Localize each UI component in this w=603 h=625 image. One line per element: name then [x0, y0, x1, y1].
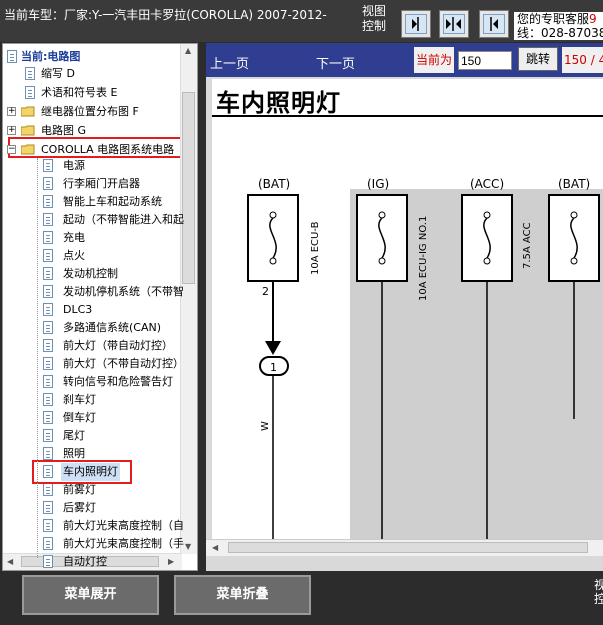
bat-label: (BAT) — [258, 177, 290, 191]
document-icon — [43, 375, 53, 388]
scroll-left-icon[interactable]: ◀ — [212, 543, 218, 552]
next-page-link[interactable]: 下一页 — [316, 53, 355, 72]
menu-expand-button[interactable]: 菜单展开 — [22, 575, 159, 615]
document-icon — [43, 231, 53, 244]
expand-icon[interactable]: + — [7, 107, 16, 116]
menu-collapse-button[interactable]: 菜单折叠 — [174, 575, 311, 615]
diagram-page: 车内照明灯 (BAT) 10A ECU-B 2 1 W (IG) 10A ECU… — [212, 79, 603, 539]
arrow-right-bar-icon — [412, 17, 419, 31]
view-control-footer: 视 控 — [594, 578, 603, 606]
document-icon — [43, 213, 53, 226]
expand-icon[interactable]: + — [7, 126, 16, 135]
fuse-box-ecu-b — [247, 194, 299, 282]
document-icon — [43, 447, 53, 460]
document-icon — [43, 357, 53, 370]
arrow-left-bar-icon — [490, 17, 498, 31]
ig-label: (IG) — [367, 177, 389, 191]
arrow-both-bar-icon — [446, 17, 461, 31]
document-icon — [43, 249, 53, 262]
page-number-input[interactable] — [458, 51, 512, 70]
top-bar: 当前车型：厂家:Y-一汽丰田卡罗拉(COROLLA) 2007-2012- 视图… — [0, 0, 603, 42]
highlight-box-selected-item — [32, 460, 132, 484]
circuit-diagram: (BAT) 10A ECU-B 2 1 W (IG) 10A ECU-IG NO… — [247, 177, 603, 539]
connector-arrow — [265, 341, 281, 355]
fuse3-label: 7.5A ACC — [522, 222, 533, 269]
document-icon — [43, 411, 53, 424]
scroll-thumb[interactable] — [228, 542, 588, 553]
page-count: 150 / 43 — [562, 47, 603, 73]
document-icon — [25, 86, 35, 99]
fuse-box-bat — [548, 194, 600, 282]
menu-tree-panel: 当前:电路图 ▲ ▼ ◀ ▶ 缩写 D 术语和符号表 E + 继电器位置分布图 F + 电… — [2, 43, 198, 571]
tree-guide-line — [37, 158, 38, 558]
current-page-label: 当前为 — [414, 47, 455, 73]
view-control-label: 视图 控制 — [362, 4, 387, 33]
fuse-box-ecu-ig — [356, 194, 408, 282]
document-icon — [43, 429, 53, 442]
document-icon — [43, 267, 53, 280]
document-icon — [43, 555, 53, 568]
jump-button[interactable]: 跳转 — [518, 47, 558, 71]
scroll-thumb[interactable] — [182, 92, 195, 284]
document-icon — [43, 339, 53, 352]
document-icon — [43, 285, 53, 298]
view-last-button[interactable] — [479, 10, 509, 38]
connector-number: 1 — [270, 361, 277, 374]
document-icon — [43, 321, 53, 334]
bat2-label: (BAT) — [558, 177, 590, 191]
view-split-button[interactable] — [439, 10, 469, 38]
fuse2-label: 10A ECU-IG NO.1 — [418, 216, 429, 301]
bottom-bar: 菜单展开 菜单折叠 — [0, 571, 603, 625]
view-first-button[interactable] — [401, 10, 431, 38]
document-icon — [43, 195, 53, 208]
document-icon — [43, 519, 53, 532]
wire-color-label: W — [260, 421, 271, 431]
document-icon — [43, 159, 53, 172]
customer-service-info: 您的专职客服9 线：028-87038 — [514, 12, 603, 40]
document-icon — [43, 537, 53, 550]
fuse1-label: 10A ECU-B — [310, 221, 321, 275]
document-icon — [43, 393, 53, 406]
document-icon — [7, 50, 17, 63]
document-icon — [25, 67, 35, 80]
prev-page-link[interactable]: 上一页 — [210, 53, 249, 72]
scroll-left-icon[interactable]: ◀ — [7, 557, 13, 566]
viewer-horizontal-scrollbar[interactable]: ◀ — [206, 539, 603, 556]
page-toolbar: 上一页 下一页 当前为 跳转 150 / 43 — [206, 43, 603, 77]
pin-number: 2 — [262, 285, 269, 298]
current-vehicle-label: 当前车型：厂家:Y-一汽丰田卡罗拉(COROLLA) 2007-2012- — [4, 8, 327, 22]
fuse-box-acc — [461, 194, 513, 282]
scroll-up-icon[interactable]: ▲ — [185, 46, 191, 55]
collapse-icon[interactable]: − — [7, 145, 16, 154]
document-icon — [43, 177, 53, 190]
scroll-right-icon[interactable]: ▶ — [168, 557, 174, 566]
document-icon — [43, 303, 53, 316]
document-icon — [43, 483, 53, 496]
acc-label: (ACC) — [470, 177, 504, 191]
diagram-viewer: 上一页 下一页 当前为 跳转 150 / 43 车内照明灯 (BAT) 10A … — [206, 43, 603, 571]
document-icon — [43, 501, 53, 514]
